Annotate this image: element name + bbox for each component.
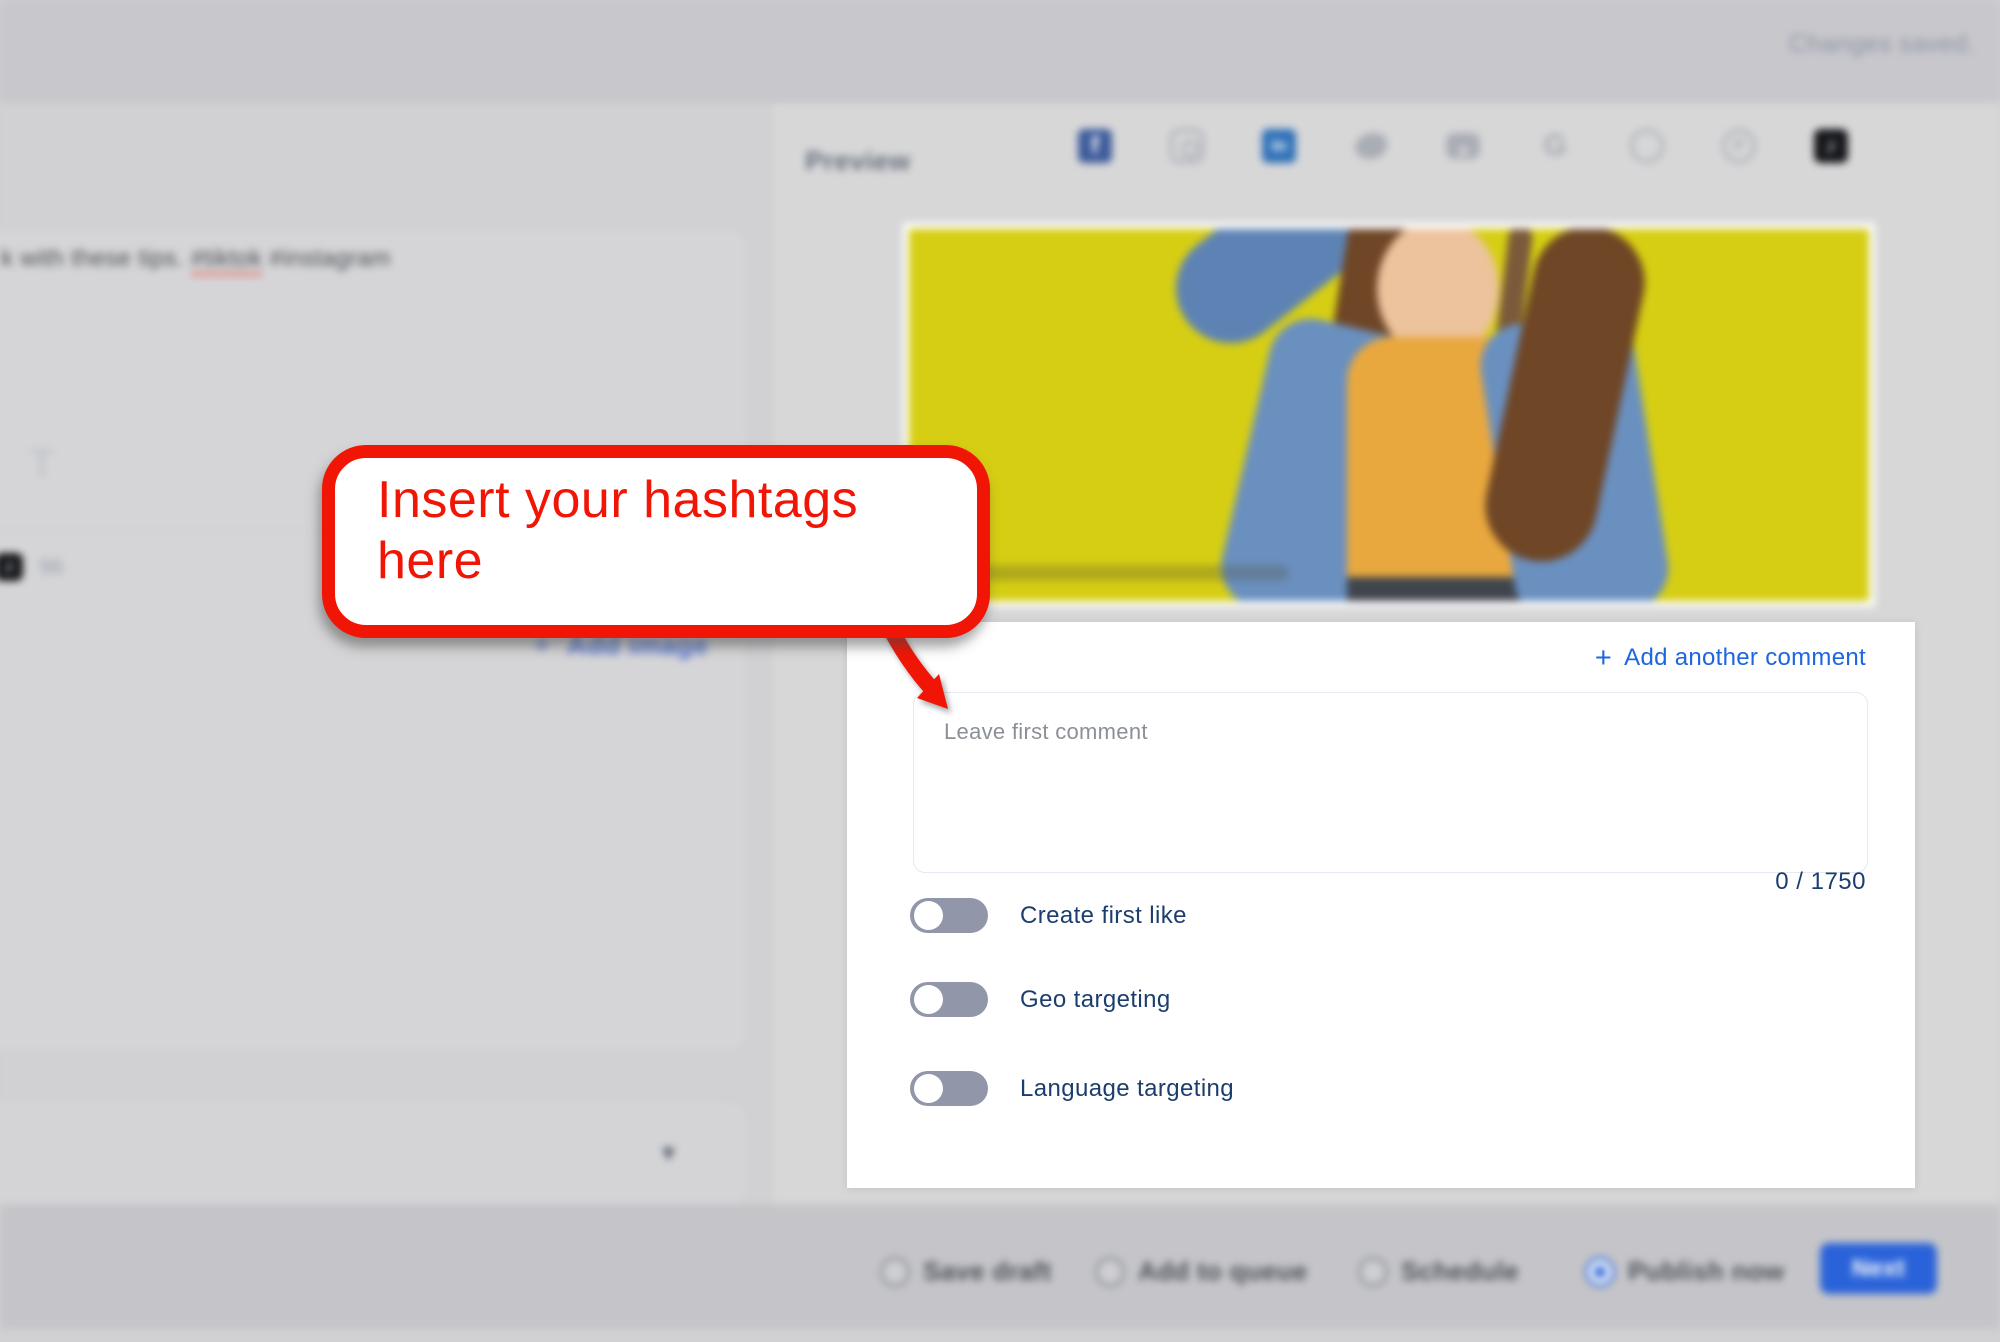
save-draft-option[interactable]: Save draft — [880, 1256, 1052, 1287]
first-comment-panel: + Add another comment 0 / 1750 Create fi… — [847, 622, 1915, 1188]
caption-prefix: k with these tips. — [1, 245, 191, 272]
tiktok-char-count: 96 — [39, 554, 63, 580]
callout-text: Insert your hashtags here — [377, 470, 937, 592]
top-bar — [0, 0, 2000, 103]
publish-now-option[interactable]: Publish now — [1585, 1256, 1784, 1287]
tiktok-counter-icon: ♪ — [0, 553, 23, 581]
text-format-button[interactable]: T — [30, 442, 54, 487]
preview-title: Preview — [805, 146, 911, 177]
tiktok-icon[interactable]: ♪ — [1814, 129, 1848, 163]
footer-bar: Save draft Add to queue Schedule Publish… — [0, 1205, 2000, 1329]
instagram-icon[interactable] — [1170, 129, 1204, 163]
create-first-like-toggle[interactable] — [910, 898, 988, 933]
save-draft-radio[interactable] — [880, 1257, 910, 1287]
language-targeting-row: Language targeting — [910, 1071, 1234, 1106]
schedule-label[interactable]: Schedule — [1401, 1256, 1519, 1287]
publish-now-radio[interactable] — [1585, 1257, 1615, 1287]
linkedin-icon[interactable]: in — [1262, 129, 1296, 163]
panel-divider — [770, 103, 771, 1205]
publish-now-label[interactable]: Publish now — [1628, 1256, 1784, 1287]
plus-icon: + — [1595, 646, 1612, 670]
schedule-radio[interactable] — [1358, 1257, 1388, 1287]
geo-targeting-toggle[interactable] — [910, 982, 988, 1017]
create-first-like-label: Create first like — [1020, 902, 1187, 930]
schedule-option[interactable]: Schedule — [1358, 1256, 1519, 1287]
add-another-comment-button[interactable]: + Add another comment — [1595, 644, 1866, 672]
chevron-down-icon[interactable]: ▾ — [662, 1137, 675, 1168]
reddit-icon[interactable] — [1630, 129, 1664, 163]
create-first-like-row: Create first like — [910, 898, 1187, 933]
geo-targeting-row: Geo targeting — [910, 982, 1171, 1017]
platform-icon-row: f in G P ♪ — [1078, 129, 1848, 163]
pinterest-icon[interactable]: P — [1722, 129, 1756, 163]
youtube-icon[interactable] — [1446, 133, 1480, 159]
add-to-queue-radio[interactable] — [1095, 1257, 1125, 1287]
add-another-comment-label: Add another comment — [1624, 644, 1866, 672]
facebook-icon[interactable]: f — [1078, 129, 1112, 163]
geo-targeting-label: Geo targeting — [1020, 986, 1171, 1014]
comment-char-counter: 0 / 1750 — [1775, 868, 1866, 896]
hashtag-callout: Insert your hashtags here — [322, 445, 990, 638]
language-targeting-toggle[interactable] — [910, 1071, 988, 1106]
language-targeting-label: Language targeting — [1020, 1075, 1234, 1103]
save-draft-label[interactable]: Save draft — [923, 1256, 1052, 1287]
add-to-queue-label[interactable]: Add to queue — [1138, 1256, 1308, 1287]
collapsed-section[interactable]: ▾ — [0, 1100, 748, 1210]
preview-image — [902, 222, 1876, 608]
add-to-queue-option[interactable]: Add to queue — [1095, 1256, 1308, 1287]
twitter-icon[interactable] — [1355, 133, 1387, 159]
changes-saved-status: Changes saved. — [1789, 30, 1975, 59]
google-icon[interactable]: G — [1538, 129, 1572, 163]
next-button[interactable]: Next — [1820, 1243, 1937, 1294]
first-comment-input[interactable] — [913, 692, 1868, 873]
caption-hashtag-instagram: #instagram — [269, 245, 391, 272]
caption-text[interactable]: k with these tips. #tiktok #instagram — [1, 245, 701, 273]
caption-hashtag-tiktok: #tiktok — [191, 245, 262, 276]
